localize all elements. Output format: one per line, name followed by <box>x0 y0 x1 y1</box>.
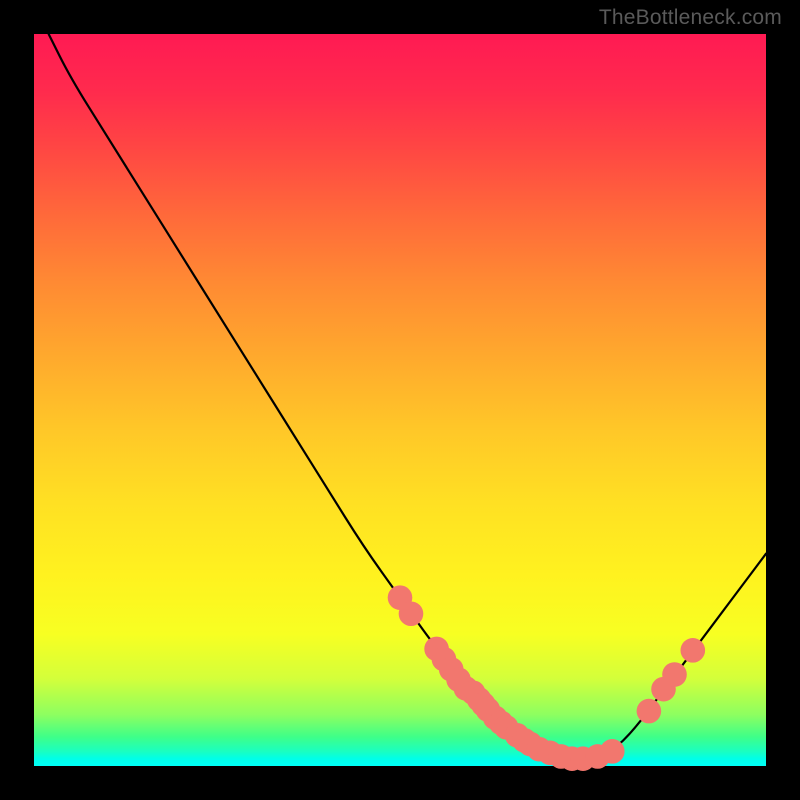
watermark-text: TheBottleneck.com <box>599 6 782 30</box>
scatter-point <box>681 638 706 663</box>
scatter-markers <box>388 585 705 771</box>
scatter-point <box>662 662 687 687</box>
scatter-point <box>399 601 424 626</box>
chart-svg <box>34 34 766 766</box>
curve-line <box>49 34 766 759</box>
scatter-point <box>600 739 625 764</box>
scatter-point <box>637 699 662 724</box>
